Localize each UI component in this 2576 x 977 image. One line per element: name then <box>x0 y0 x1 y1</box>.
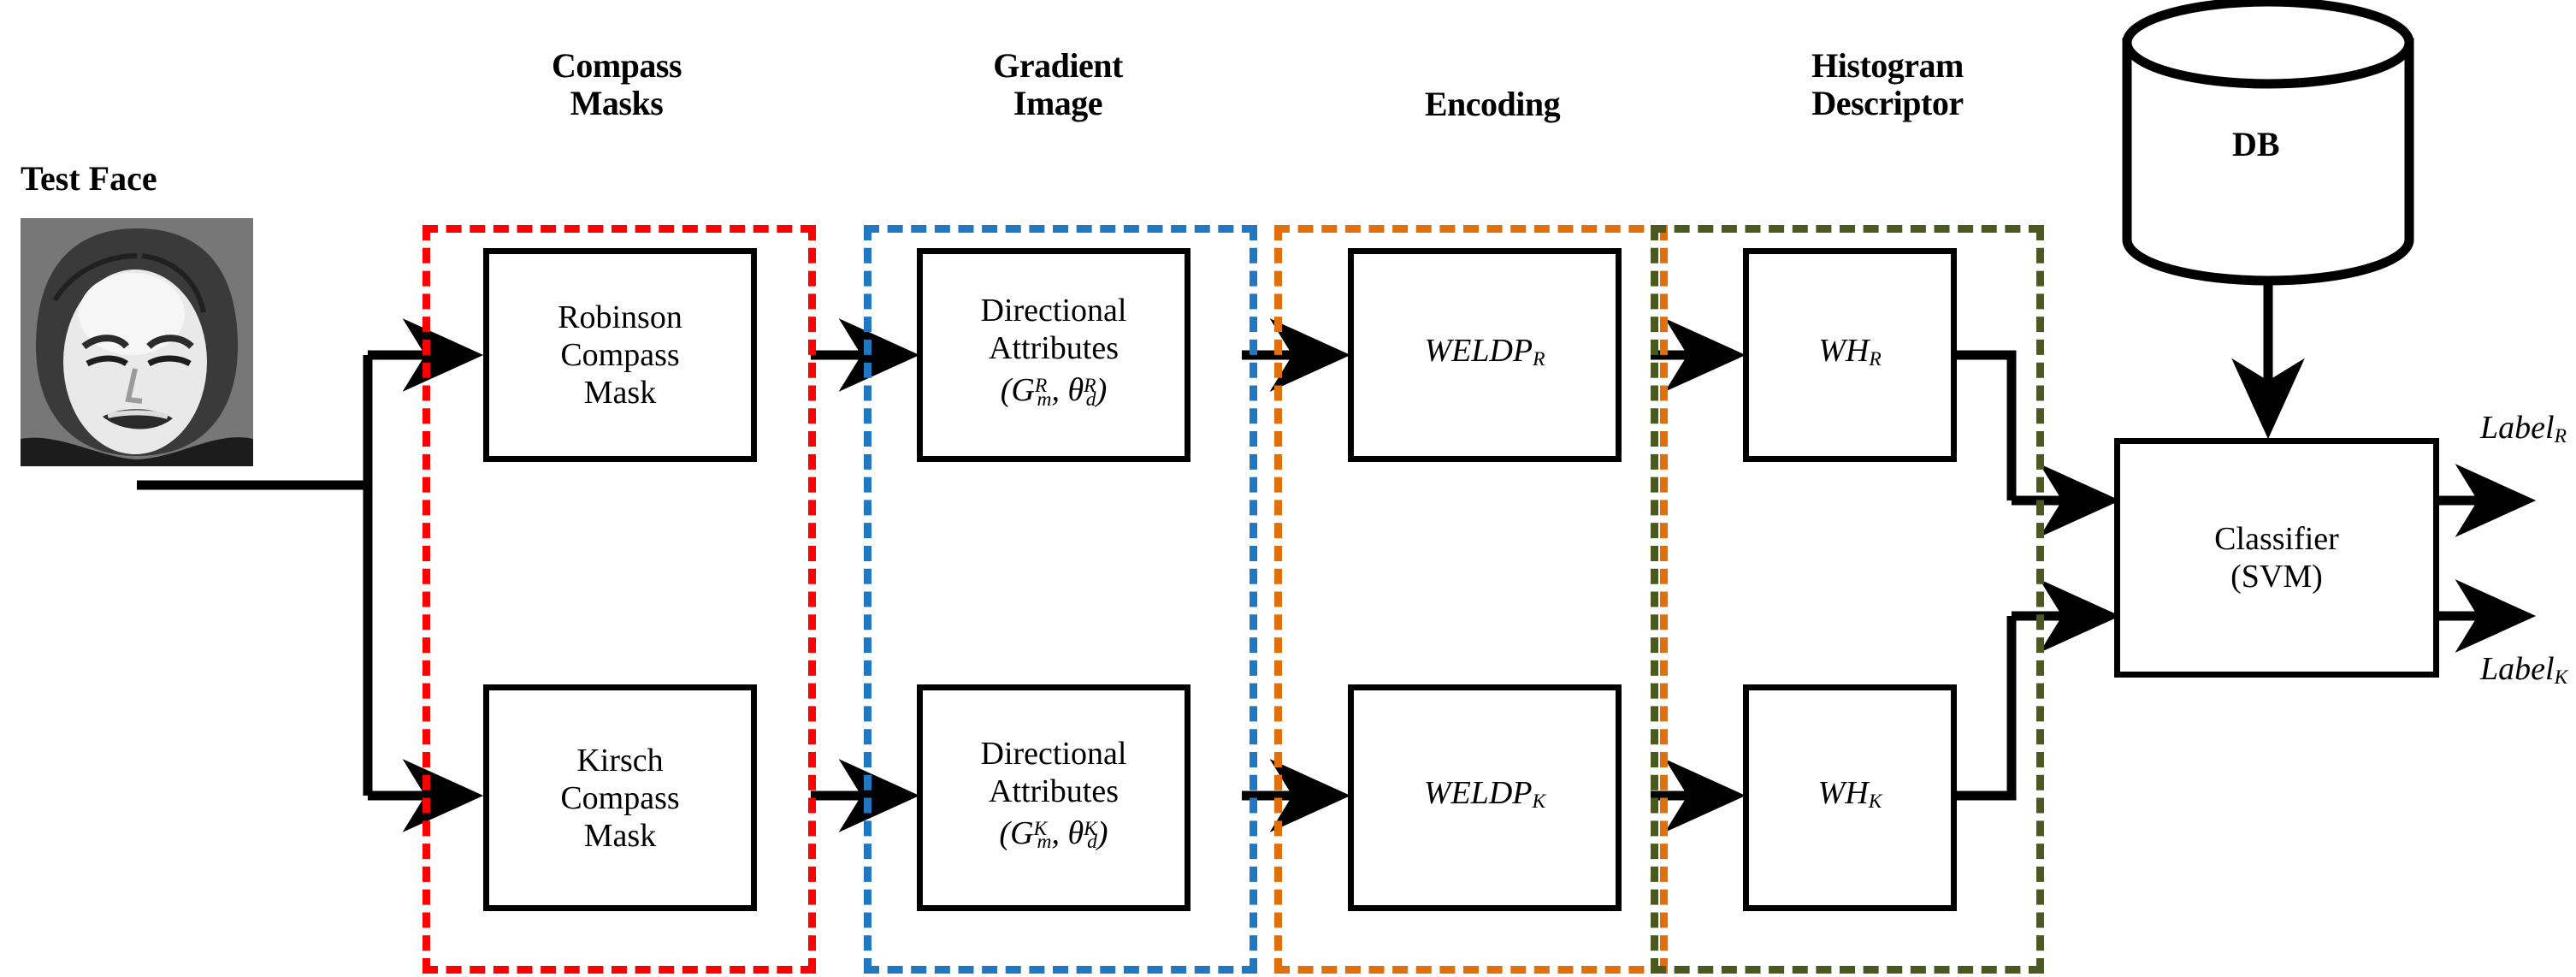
node-math: WHR <box>1813 332 1887 378</box>
diagram-canvas: Compass Masks Gradient Image Encoding Hi… <box>0 0 2576 977</box>
symbol-theta-sub: d <box>1087 831 1097 854</box>
node-math: WHK <box>1813 774 1888 820</box>
label-base: Label <box>2480 651 2555 687</box>
symbol-G: G <box>1011 372 1035 409</box>
node-classifier[interactable]: Classifier (SVM) <box>2114 438 2439 678</box>
comma: , <box>1051 372 1068 409</box>
output-label-robinson: LabelR <box>2480 409 2567 448</box>
paren-close: ) <box>1096 814 1108 851</box>
node-line1: Directional <box>980 293 1127 329</box>
node-line1: Directional <box>980 735 1127 772</box>
node-robinson-compass-mask[interactable]: Robinson Compass Mask <box>483 248 757 462</box>
symbol-theta-sub: d <box>1085 388 1096 411</box>
face-photo <box>21 218 253 466</box>
column-header-line1: Encoding <box>1424 85 1561 123</box>
weldp-sub: K <box>1532 790 1546 814</box>
symbol-G-sub: m <box>1037 831 1052 854</box>
wh-base: WH <box>1817 775 1869 812</box>
node-line1: Robinson <box>558 299 682 335</box>
node-line2: Attributes <box>989 330 1119 367</box>
classifier-line2: (SVM) <box>2230 559 2323 595</box>
paren-close: ) <box>1096 372 1108 409</box>
node-weldp-kirsch[interactable]: WELDPK <box>1348 684 1622 911</box>
node-line2: Attributes <box>989 773 1119 809</box>
node-line3: Mask <box>583 375 657 411</box>
node-line1: Kirsch <box>576 742 664 779</box>
node-line2: Compass <box>560 779 680 816</box>
node-directional-attributes-robinson[interactable]: Directional Attributes (GRm, θRd) <box>917 248 1191 462</box>
test-face-image <box>21 218 253 466</box>
node-directional-attributes-kirsch[interactable]: Directional Attributes (GKm, θKd) <box>917 684 1191 911</box>
node-math: (GRm, θRd) <box>981 367 1127 417</box>
weldp-sub: R <box>1533 348 1545 371</box>
output-label-kirsch: LabelK <box>2480 650 2567 690</box>
node-wh-kirsch[interactable]: WHK <box>1743 684 1957 911</box>
classifier-line1: Classifier <box>2214 521 2339 557</box>
node-line3: Mask <box>583 817 657 854</box>
node-kirsch-compass-mask[interactable]: Kirsch Compass Mask <box>483 684 757 911</box>
column-header-line1: Gradient <box>993 46 1123 85</box>
column-header-line2: Descriptor <box>1811 84 1964 122</box>
column-header-line1: Histogram <box>1811 46 1964 85</box>
node-math: WELDPK <box>1419 774 1551 820</box>
symbol-G: G <box>1010 814 1034 851</box>
node-math: WELDPR <box>1419 332 1550 378</box>
column-header-line1: Compass <box>551 46 682 85</box>
wh-base: WH <box>1818 332 1870 369</box>
paren-open: ( <box>1000 372 1012 409</box>
column-header-line2: Image <box>1013 84 1103 122</box>
weldp-base: WELDP <box>1423 775 1533 812</box>
column-header-line2: Masks <box>570 84 664 122</box>
wh-sub: K <box>1868 790 1882 814</box>
weldp-base: WELDP <box>1424 332 1533 369</box>
symbol-theta: θ <box>1067 372 1084 409</box>
node-math: (GKm, θKd) <box>981 810 1127 861</box>
comma: , <box>1051 814 1068 851</box>
label-sub: K <box>2554 666 2568 690</box>
node-wh-robinson[interactable]: WHR <box>1743 248 1957 462</box>
symbol-G-sub: m <box>1037 388 1052 411</box>
node-weldp-robinson[interactable]: WELDPR <box>1348 248 1622 462</box>
symbol-theta: θ <box>1067 814 1084 851</box>
paren-open: ( <box>999 814 1011 851</box>
wh-sub: R <box>1869 348 1882 371</box>
db-label: DB <box>2232 125 2280 163</box>
node-line2: Compass <box>560 337 680 373</box>
label-base: Label <box>2480 410 2555 446</box>
column-header-gradient-image: Gradient Image <box>864 47 1252 122</box>
column-header-compass-masks: Compass Masks <box>422 47 811 122</box>
column-header-histogram-descriptor: Histogram Descriptor <box>1687 47 2089 122</box>
label-sub: R <box>2554 425 2567 448</box>
column-header-encoding: Encoding <box>1298 86 1687 123</box>
test-face-label: Test Face <box>21 159 157 198</box>
